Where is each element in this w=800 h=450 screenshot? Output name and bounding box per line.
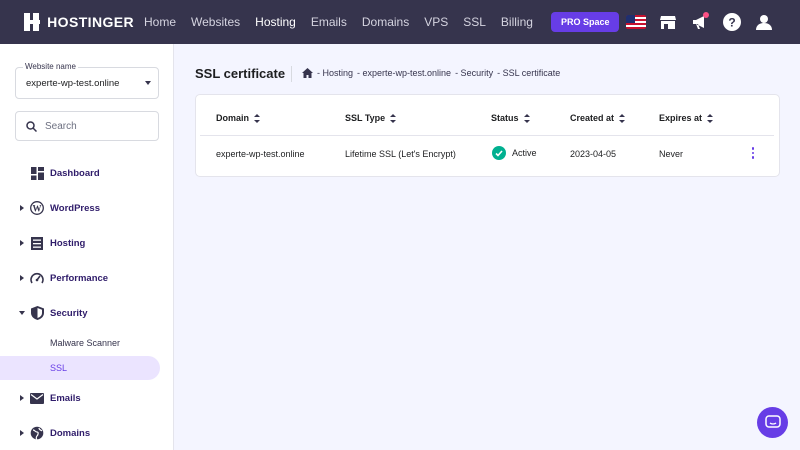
globe-icon: [30, 426, 44, 440]
sort-icon: [619, 113, 626, 123]
sort-icon: [523, 113, 530, 123]
server-icon: [30, 236, 44, 250]
hostinger-logo[interactable]: HOSTINGER: [24, 13, 134, 31]
sidebar-item-label: Emails: [50, 393, 81, 404]
website-name-select[interactable]: Website name experte-wp-test.online: [15, 62, 159, 99]
nav-emails[interactable]: Emails: [311, 15, 347, 29]
chevron-right-icon: [20, 275, 24, 281]
chevron-right-icon: [20, 205, 24, 211]
column-header-label: Expires at: [659, 113, 703, 123]
column-header-label: Created at: [570, 113, 615, 123]
search-input[interactable]: [45, 120, 145, 132]
sidebar-item-wordpress[interactable]: W WordPress: [0, 196, 160, 220]
nav-hosting[interactable]: Hosting: [255, 15, 296, 29]
speedometer-icon: [30, 271, 44, 285]
ssl-table-card: Domain SSL Type Status Created at Expire…: [195, 94, 780, 177]
column-header-label: Domain: [216, 113, 250, 123]
status-text: Active: [512, 148, 537, 158]
chevron-down-icon: [19, 311, 25, 315]
sidebar: Website name experte-wp-test.online Dash…: [0, 44, 174, 450]
hostinger-logo-mark-icon: [24, 13, 40, 31]
notification-dot: [703, 12, 709, 18]
nav-vps[interactable]: VPS: [424, 15, 448, 29]
brand-name: HOSTINGER: [47, 14, 134, 30]
sidebar-item-label: Hosting: [50, 238, 86, 249]
main-content: SSL certificate - Hosting - experte-wp-t…: [174, 44, 800, 450]
cell-expires-at: Never: [659, 149, 684, 159]
shield-icon: [30, 306, 44, 320]
sidebar-item-dashboard[interactable]: Dashboard: [0, 161, 160, 185]
cell-created-at: 2023-04-05: [570, 149, 617, 159]
title-divider: [291, 66, 292, 82]
sidebar-item-label: Dashboard: [50, 168, 100, 179]
account-icon[interactable]: [754, 12, 774, 32]
column-header-label: Status: [491, 113, 519, 123]
sidebar-item-label: Performance: [50, 273, 109, 284]
column-header-label: SSL Type: [345, 113, 386, 123]
top-navigation-bar: HOSTINGER Home Websites Hosting Emails D…: [0, 0, 800, 44]
search-icon: [26, 120, 37, 132]
cell-status: Active: [492, 146, 537, 160]
page-title: SSL certificate: [195, 66, 286, 81]
cell-ssl-type: Lifetime SSL (Let's Encrypt): [345, 149, 456, 159]
nav-home[interactable]: Home: [144, 15, 176, 29]
nav-domains[interactable]: Domains: [362, 15, 409, 29]
nav-ssl[interactable]: SSL: [463, 15, 486, 29]
nav-billing[interactable]: Billing: [501, 15, 533, 29]
chevron-right-icon: [20, 240, 24, 246]
sidebar-subitem-label: Malware Scanner: [50, 338, 121, 348]
megaphone-icon[interactable]: [690, 12, 710, 32]
svg-text:W: W: [33, 204, 42, 214]
help-icon[interactable]: ?: [722, 12, 742, 32]
sidebar-item-label: WordPress: [50, 203, 100, 214]
sidebar-item-performance[interactable]: Performance: [0, 266, 160, 290]
sidebar-item-label: Security: [50, 308, 88, 319]
sidebar-subitem-label: SSL: [50, 363, 68, 373]
chevron-right-icon: [20, 395, 24, 401]
cell-domain: experte-wp-test.online: [216, 149, 305, 159]
store-icon[interactable]: [658, 12, 678, 32]
column-header-domain[interactable]: Domain: [216, 113, 261, 123]
sort-icon: [254, 113, 261, 123]
website-name-label: Website name: [23, 62, 78, 71]
pro-space-button[interactable]: PRO Space: [550, 12, 620, 32]
sidebar-item-label: Domains: [50, 428, 91, 439]
nav-websites[interactable]: Websites: [191, 15, 240, 29]
sidebar-item-emails[interactable]: Emails: [0, 386, 160, 410]
column-header-ssl-type[interactable]: SSL Type: [345, 113, 397, 123]
more-options-icon[interactable]: [749, 147, 757, 161]
breadcrumb-security[interactable]: - Security: [455, 68, 493, 78]
sidebar-item-domains[interactable]: Domains: [0, 421, 160, 445]
table-header: Domain SSL Type Status Created at Expire…: [200, 95, 774, 136]
column-header-expires-at[interactable]: Expires at: [659, 113, 714, 123]
breadcrumb-hosting[interactable]: - Hosting: [317, 68, 353, 78]
main-nav: Home Websites Hosting Emails Domains VPS…: [144, 12, 620, 32]
breadcrumb: - Hosting - experte-wp-test.online - Sec…: [302, 68, 564, 78]
sort-icon: [707, 113, 714, 123]
sidebar-item-security[interactable]: Security: [0, 301, 160, 325]
chevron-down-icon: [145, 81, 151, 85]
website-name-value: experte-wp-test.online: [26, 78, 120, 89]
wordpress-icon: W: [30, 201, 44, 215]
svg-text:?: ?: [728, 16, 735, 30]
chat-support-button[interactable]: [757, 407, 788, 438]
chevron-right-icon: [20, 430, 24, 436]
chat-icon: [764, 415, 781, 428]
us-flag-icon[interactable]: [626, 15, 646, 29]
breadcrumb-ssl-certificate: - SSL certificate: [497, 68, 561, 78]
check-circle-icon: [492, 146, 506, 160]
dashboard-icon: [30, 166, 44, 180]
column-header-status[interactable]: Status: [491, 113, 530, 123]
sidebar-item-hosting[interactable]: Hosting: [0, 231, 160, 255]
sidebar-search: [15, 111, 159, 141]
sidebar-subitem-malware-scanner[interactable]: Malware Scanner: [0, 331, 160, 355]
column-header-created-at[interactable]: Created at: [570, 113, 626, 123]
sidebar-subitem-ssl[interactable]: SSL: [0, 356, 160, 380]
breadcrumb-website[interactable]: - experte-wp-test.online: [357, 68, 451, 78]
mail-icon: [30, 391, 44, 405]
sort-icon: [390, 113, 397, 123]
top-right-icons: ?: [626, 12, 774, 32]
home-icon[interactable]: [302, 68, 313, 78]
